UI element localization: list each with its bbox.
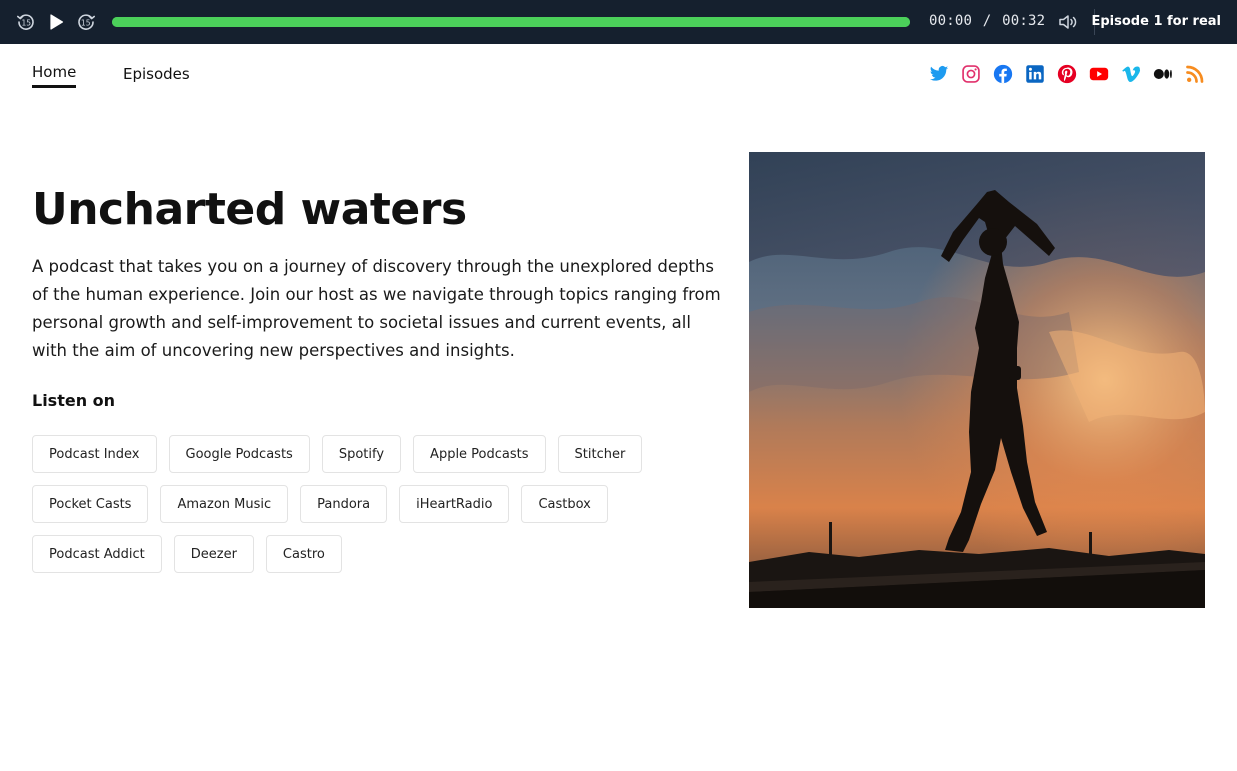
- platform-links: Podcast Index Google Podcasts Spotify Ap…: [32, 435, 732, 585]
- youtube-icon[interactable]: [1089, 64, 1109, 84]
- play-icon[interactable]: [45, 11, 67, 33]
- platform-podcast-index[interactable]: Podcast Index: [32, 435, 157, 473]
- pinterest-icon[interactable]: [1057, 64, 1077, 84]
- progress-fill: [112, 17, 910, 27]
- platform-row: Podcast Index Google Podcasts Spotify Ap…: [32, 435, 732, 473]
- svg-text:15: 15: [22, 19, 32, 28]
- platform-google-podcasts[interactable]: Google Podcasts: [168, 435, 310, 473]
- platform-iheartradio[interactable]: iHeartRadio: [399, 485, 510, 523]
- nav-episodes[interactable]: Episodes: [123, 65, 190, 83]
- podcast-cover-image: [749, 152, 1205, 608]
- platform-castro[interactable]: Castro: [265, 535, 342, 573]
- rewind-15-icon[interactable]: 15: [15, 11, 37, 33]
- svg-text:15: 15: [81, 19, 91, 28]
- forward-15-icon[interactable]: 15: [75, 11, 97, 33]
- vimeo-icon[interactable]: [1121, 64, 1141, 84]
- platform-pocket-casts[interactable]: Pocket Casts: [32, 485, 149, 523]
- rss-icon[interactable]: [1185, 64, 1205, 84]
- listen-on-heading: Listen on: [32, 391, 116, 410]
- podcast-title: Uncharted waters: [32, 184, 467, 235]
- audio-player-bar: 15 15 00:00 / 00:32 Episode 1 for real: [0, 0, 1237, 44]
- platform-podcast-addict[interactable]: Podcast Addict: [32, 535, 162, 573]
- platform-stitcher[interactable]: Stitcher: [557, 435, 643, 473]
- facebook-icon[interactable]: [993, 64, 1013, 84]
- platform-row: Pocket Casts Amazon Music Pandora iHeart…: [32, 485, 732, 523]
- duration: 00:32: [1002, 13, 1046, 29]
- current-time: 00:00: [929, 13, 973, 29]
- twitter-icon[interactable]: [929, 64, 949, 84]
- episode-title[interactable]: Episode 1 for real: [1091, 14, 1221, 29]
- nav-home[interactable]: Home: [32, 63, 77, 88]
- platform-pandora[interactable]: Pandora: [300, 485, 388, 523]
- linkedin-icon[interactable]: [1025, 64, 1045, 84]
- platform-deezer[interactable]: Deezer: [173, 535, 254, 573]
- platform-row: Podcast Addict Deezer Castro: [32, 535, 732, 573]
- volume-icon[interactable]: [1057, 11, 1079, 33]
- platform-castbox[interactable]: Castbox: [521, 485, 608, 523]
- platform-spotify[interactable]: Spotify: [321, 435, 402, 473]
- podcast-description: A podcast that takes you on a journey of…: [32, 257, 721, 360]
- progress-bar[interactable]: [112, 17, 910, 27]
- social-links: [929, 64, 1205, 84]
- platform-amazon-music[interactable]: Amazon Music: [160, 485, 289, 523]
- medium-icon[interactable]: [1153, 64, 1173, 84]
- platform-apple-podcasts[interactable]: Apple Podcasts: [413, 435, 546, 473]
- instagram-icon[interactable]: [961, 64, 981, 84]
- time-readout: 00:00 / 00:32: [929, 13, 1045, 29]
- time-separator: /: [982, 13, 992, 29]
